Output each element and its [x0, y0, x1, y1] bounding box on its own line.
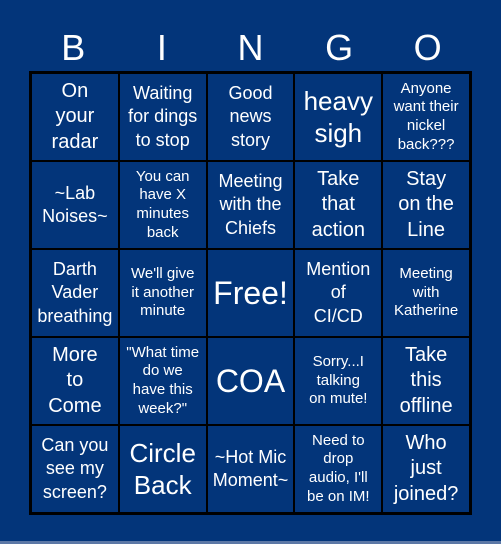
bingo-cell-i1[interactable]: Waiting for dings to stop — [119, 74, 206, 160]
bingo-cell-b4[interactable]: More to Come — [32, 338, 118, 424]
bingo-cell-n2[interactable]: Meeting with the Chiefs — [207, 162, 294, 248]
bingo-cell-o5[interactable]: Who just joined? — [383, 426, 469, 512]
bingo-cell-o4[interactable]: Take this offline — [383, 338, 469, 424]
bingo-cell-g1[interactable]: heavy sigh — [295, 74, 382, 160]
header-letter-o: O — [413, 27, 442, 68]
bingo-cell-i3[interactable]: We'll give it another minute — [119, 250, 206, 336]
bingo-cell-o1[interactable]: Anyone want their nickel back??? — [383, 74, 469, 160]
header-letter-n: N — [237, 27, 264, 68]
bingo-cell-b3[interactable]: Darth Vader breathing — [32, 250, 118, 336]
header-letter-i: I — [156, 27, 167, 68]
free-space-cell[interactable]: Free! — [207, 250, 294, 336]
bingo-cell-b5[interactable]: Can you see my screen? — [32, 426, 118, 512]
bingo-cell-b2[interactable]: ~Lab Noises~ — [32, 162, 118, 248]
bingo-cell-g3[interactable]: Mention of CI/CD — [295, 250, 382, 336]
header-letter-b: B — [61, 27, 86, 68]
bingo-cell-n5[interactable]: ~Hot Mic Moment~ — [207, 426, 294, 512]
bingo-header: B I N G O — [29, 28, 472, 68]
bingo-cell-g2[interactable]: Take that action — [295, 162, 382, 248]
bingo-cell-g5[interactable]: Need to drop audio, I'll be on IM! — [295, 426, 382, 512]
bingo-cell-i5[interactable]: Circle Back — [119, 426, 206, 512]
bingo-cell-i4[interactable]: "What time do we have this week?" — [119, 338, 206, 424]
bingo-grid: On your radar Waiting for dings to stop Go… — [29, 71, 472, 515]
bingo-cell-n4[interactable]: COA — [207, 338, 294, 424]
bingo-cell-b1[interactable]: On your radar — [32, 74, 118, 160]
bingo-cell-i2[interactable]: You can have X minutes back — [119, 162, 206, 248]
bingo-cell-g4[interactable]: Sorry...I talking on mute! — [295, 338, 382, 424]
bingo-cell-n1[interactable]: Good news story — [207, 74, 294, 160]
bingo-cell-o2[interactable]: Stay on the Line — [383, 162, 469, 248]
bingo-cell-o3[interactable]: Meeting with Katherine — [383, 250, 469, 336]
header-letter-g: G — [325, 27, 354, 68]
